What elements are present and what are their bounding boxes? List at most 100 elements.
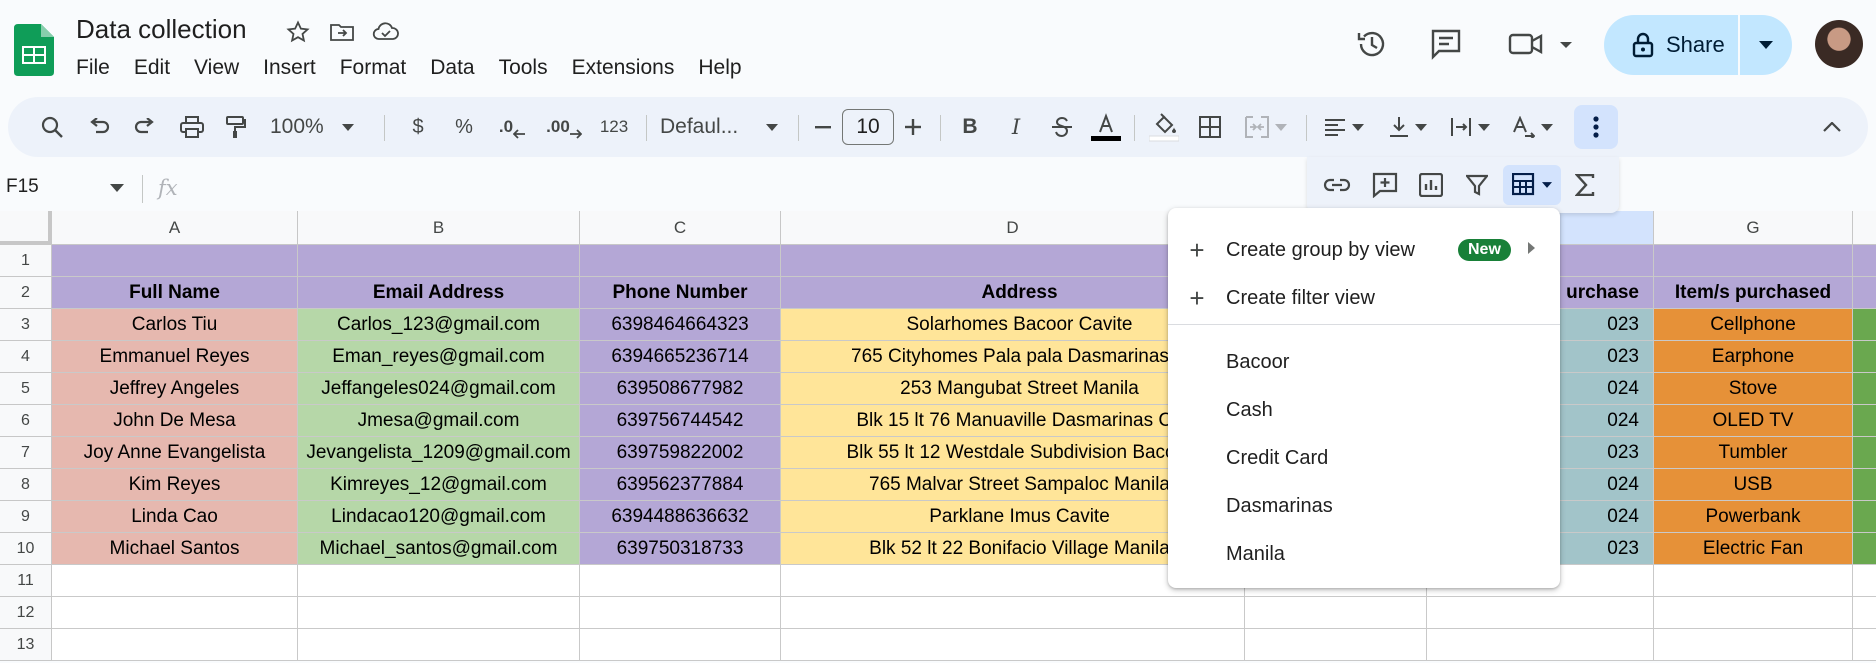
fill-color-icon[interactable] <box>1144 107 1184 147</box>
cell[interactable] <box>1245 597 1427 629</box>
cell[interactable]: Powerbank <box>1654 501 1853 533</box>
cell[interactable]: Jmesa@gmail.com <box>298 405 580 437</box>
cell[interactable] <box>1853 597 1876 629</box>
collapse-menus-icon[interactable] <box>1814 107 1850 147</box>
cell[interactable]: 639759822002 <box>580 437 781 469</box>
cell[interactable] <box>1853 341 1876 373</box>
star-icon[interactable] <box>284 18 312 46</box>
cell[interactable]: Emmanuel Reyes <box>52 341 298 373</box>
cell[interactable]: Electric Fan <box>1654 533 1853 565</box>
undo-icon[interactable] <box>82 107 118 147</box>
row-header[interactable]: 13 <box>0 629 52 661</box>
font-family-select[interactable]: Defaul... <box>660 107 786 147</box>
cell[interactable]: Earphone <box>1654 341 1853 373</box>
row-header[interactable]: 6 <box>0 405 52 437</box>
create-filter-view-item[interactable]: + Create filter view <box>1168 276 1560 320</box>
insert-link-icon[interactable] <box>1317 165 1357 205</box>
cell[interactable] <box>1853 565 1876 597</box>
cell[interactable]: 639750318733 <box>580 533 781 565</box>
menu-extensions[interactable]: Extensions <box>560 52 687 84</box>
menu-format[interactable]: Format <box>328 52 419 84</box>
row-header[interactable]: 8 <box>0 469 52 501</box>
version-history-icon[interactable] <box>1352 24 1392 64</box>
row-header[interactable]: 10 <box>0 533 52 565</box>
search-menus-icon[interactable] <box>34 107 70 147</box>
cell[interactable] <box>1853 437 1876 469</box>
cell[interactable] <box>580 565 781 597</box>
menu-view[interactable]: View <box>182 52 251 84</box>
cell[interactable] <box>298 565 580 597</box>
column-title-cell[interactable]: Email Address <box>298 277 580 309</box>
cell[interactable]: Joy Anne Evangelista <box>52 437 298 469</box>
increase-decimal-button[interactable]: .00 <box>542 107 586 147</box>
cell[interactable] <box>52 597 298 629</box>
cell[interactable]: 639756744542 <box>580 405 781 437</box>
more-tools-button[interactable] <box>1574 105 1618 149</box>
insert-chart-icon[interactable] <box>1411 165 1451 205</box>
cell[interactable] <box>1654 245 1853 277</box>
filter-view-item[interactable]: Bacoor <box>1168 340 1560 384</box>
cell[interactable] <box>1853 373 1876 405</box>
column-header[interactable]: G <box>1654 211 1853 245</box>
menu-help[interactable]: Help <box>686 52 753 84</box>
cell[interactable]: Jeffrey Angeles <box>52 373 298 405</box>
zoom-select[interactable]: 100% <box>270 107 370 147</box>
functions-icon[interactable] <box>1565 165 1605 205</box>
currency-format-button[interactable]: $ <box>400 107 436 147</box>
cell[interactable]: 6398464664323 <box>580 309 781 341</box>
cell[interactable] <box>1427 597 1654 629</box>
print-icon[interactable] <box>174 107 210 147</box>
menu-file[interactable]: File <box>64 52 122 84</box>
name-box[interactable]: F15 <box>6 176 39 198</box>
cell[interactable] <box>1245 629 1427 661</box>
decrease-decimal-button[interactable]: .0 <box>492 107 532 147</box>
cell[interactable] <box>52 565 298 597</box>
cell[interactable] <box>1853 469 1876 501</box>
cell[interactable]: Linda Cao <box>52 501 298 533</box>
borders-icon[interactable] <box>1192 107 1228 147</box>
document-title[interactable]: Data collection <box>76 14 247 45</box>
cell[interactable] <box>1853 405 1876 437</box>
cell[interactable]: John De Mesa <box>52 405 298 437</box>
row-header[interactable]: 3 <box>0 309 52 341</box>
cell[interactable]: Tumbler <box>1654 437 1853 469</box>
column-header[interactable]: C <box>580 211 781 245</box>
cell[interactable] <box>580 597 781 629</box>
text-color-icon[interactable] <box>1086 107 1126 147</box>
cell[interactable]: Kim Reyes <box>52 469 298 501</box>
comments-icon[interactable] <box>1426 24 1466 64</box>
cell[interactable]: Cellphone <box>1654 309 1853 341</box>
cell[interactable] <box>1853 245 1876 277</box>
font-size-input[interactable]: 10 <box>842 109 894 145</box>
text-rotation-icon[interactable] <box>1504 107 1560 147</box>
share-main[interactable]: Share <box>1604 15 1740 75</box>
horizontal-align-icon[interactable] <box>1316 107 1372 147</box>
filter-icon[interactable] <box>1457 165 1497 205</box>
cell[interactable]: OLED TV <box>1654 405 1853 437</box>
cell[interactable]: 639508677982 <box>580 373 781 405</box>
cell[interactable] <box>1654 565 1853 597</box>
vertical-align-icon[interactable] <box>1380 107 1436 147</box>
column-title-cell[interactable]: Phone Number <box>580 277 781 309</box>
cell[interactable] <box>52 629 298 661</box>
cell[interactable] <box>1853 277 1876 309</box>
column-header[interactable]: A <box>52 211 298 245</box>
cell[interactable] <box>298 245 580 277</box>
cell[interactable] <box>1654 629 1853 661</box>
menu-data[interactable]: Data <box>418 52 486 84</box>
cell[interactable] <box>781 629 1245 661</box>
column-title-cell[interactable]: Item/s purchased <box>1654 277 1853 309</box>
cell[interactable]: USB <box>1654 469 1853 501</box>
avatar[interactable] <box>1815 20 1863 68</box>
sheets-logo-icon[interactable] <box>14 24 54 76</box>
cell[interactable]: 6394488636632 <box>580 501 781 533</box>
redo-icon[interactable] <box>126 107 162 147</box>
share-dropdown[interactable] <box>1740 41 1792 49</box>
italic-button[interactable]: I <box>998 107 1034 147</box>
column-header[interactable]: B <box>298 211 580 245</box>
percent-format-button[interactable]: % <box>446 107 482 147</box>
chevron-down-icon[interactable] <box>110 184 124 192</box>
cell[interactable] <box>580 245 781 277</box>
strikethrough-icon[interactable] <box>1044 107 1080 147</box>
cell[interactable]: Stove <box>1654 373 1853 405</box>
